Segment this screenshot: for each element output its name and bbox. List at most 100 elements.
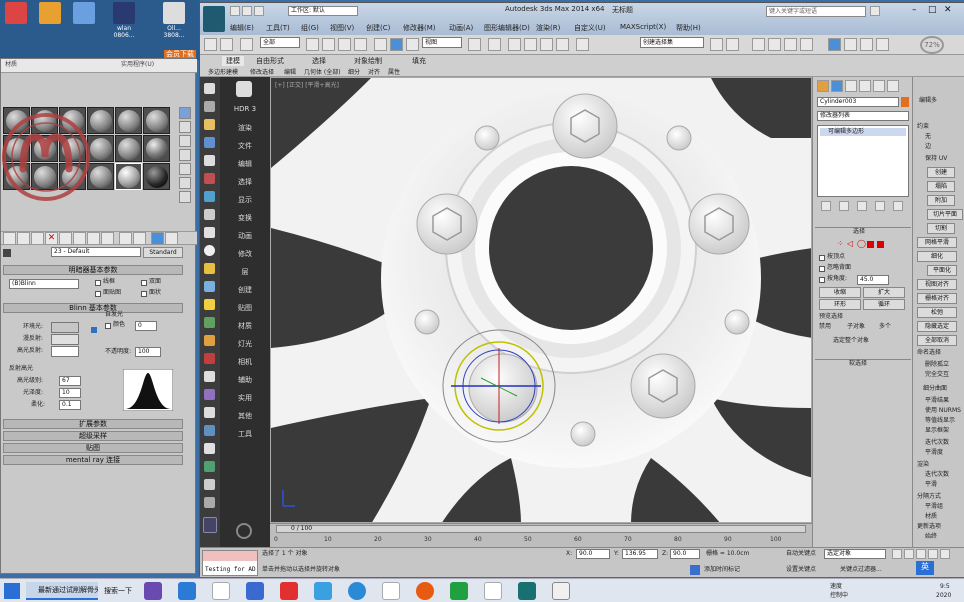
loop-button[interactable]: 循环 (863, 299, 905, 310)
grow-button[interactable]: 扩大 (863, 287, 905, 298)
attach-button[interactable]: 附加 (927, 195, 955, 206)
ignore-backfacing-checkbox[interactable] (819, 266, 825, 272)
sample-slot[interactable] (115, 135, 142, 162)
task-app[interactable] (382, 582, 400, 600)
cmd-file[interactable]: 文件 (222, 141, 268, 151)
rollout-blinn-basic[interactable]: Blinn 基本参数 (3, 303, 183, 313)
save-icon[interactable] (254, 6, 264, 16)
cmd-other[interactable]: 其他 (222, 411, 268, 421)
cmd-hdr[interactable]: HDR 3 (222, 105, 268, 113)
sample-slot[interactable] (143, 163, 170, 190)
auto-key-button[interactable]: 自动关键点 (786, 550, 816, 558)
pivot-center-icon[interactable] (468, 38, 481, 51)
reference-coord-dropdown[interactable]: 视图 (422, 37, 462, 48)
cmd-modify[interactable]: 修改 (222, 249, 268, 259)
named-selection-dropdown[interactable]: 创建选择集 (640, 37, 704, 48)
go-end-icon[interactable] (940, 549, 950, 559)
smoothing-groups-label[interactable]: 平滑组 (925, 503, 943, 511)
get-material-icon[interactable] (3, 232, 16, 245)
align-icon[interactable] (726, 38, 739, 51)
task-app[interactable] (314, 582, 332, 600)
pick-material-icon[interactable] (3, 249, 11, 257)
app-menu-icon[interactable] (203, 6, 225, 32)
angle-field[interactable]: 45.0 (857, 275, 889, 285)
task-app[interactable] (246, 582, 264, 600)
object-name-field[interactable]: Cylinder003 (817, 97, 899, 107)
next-frame-icon[interactable] (928, 549, 938, 559)
cmd-edit[interactable]: 编辑 (222, 159, 268, 169)
menu-create[interactable]: 创建(C) (366, 23, 390, 33)
perspective-viewport[interactable]: [+] [正交] [平滑+高光] (270, 77, 812, 523)
task-visual-studio[interactable] (144, 582, 162, 600)
tool-icon[interactable] (204, 245, 215, 256)
cmd-select[interactable]: 选择 (222, 177, 268, 187)
self-illum-value[interactable]: 0 (135, 321, 157, 331)
schematic-view-icon[interactable] (800, 38, 813, 51)
subdivision-surface-title[interactable]: 细分曲面 (923, 385, 947, 393)
task-app[interactable] (178, 582, 196, 600)
z-coord-field[interactable]: 90.0 (670, 549, 700, 559)
ribbon-sub-subdivision[interactable]: 细分 (348, 67, 360, 76)
layer-manager-icon[interactable] (752, 38, 765, 51)
add-time-tag-label[interactable]: 添加时间标记 (704, 566, 740, 574)
show-end-result-stack-icon[interactable] (839, 201, 849, 211)
manipulate-icon[interactable] (488, 38, 501, 51)
create-button[interactable]: 创建 (927, 167, 955, 178)
tool-icon[interactable] (204, 443, 215, 454)
uv-tiling-icon[interactable] (179, 149, 191, 161)
ribbon-sub-geometry[interactable]: 几何体 (全部) (304, 67, 341, 76)
use-nurms-label[interactable]: 使用 NURMS (925, 407, 961, 415)
menu-group[interactable]: 组(G) (301, 23, 319, 33)
cmd-transform[interactable]: 变换 (222, 213, 268, 223)
show-cage-label[interactable]: 显示框架 (925, 427, 949, 435)
tool-icon[interactable] (204, 281, 215, 292)
desktop-icon-1[interactable] (2, 2, 30, 25)
stack-item-editable-poly[interactable]: 可编辑多边形 (820, 128, 906, 136)
select-scale-icon[interactable] (406, 38, 419, 51)
pin-stack-icon[interactable] (821, 201, 831, 211)
opacity-value[interactable]: 100 (135, 347, 161, 357)
selection-rollout-header[interactable]: 选择 (815, 227, 911, 237)
glossiness-value[interactable]: 10 (59, 388, 81, 398)
tool-icon[interactable] (204, 299, 215, 310)
constraint-none[interactable]: 无 (925, 133, 931, 141)
open-icon[interactable] (242, 6, 252, 16)
modify-tab-icon[interactable] (831, 80, 843, 92)
unhide-all-button[interactable]: 全部取消 (917, 335, 957, 346)
cmd-display[interactable]: 显示 (222, 195, 268, 205)
select-move-icon[interactable] (374, 38, 387, 51)
desktop-icon-2[interactable] (36, 2, 64, 25)
cmd-utility[interactable]: 实用 (222, 393, 268, 403)
planarize-button[interactable]: 平面化 (927, 265, 957, 276)
minimize-button[interactable]: – (912, 5, 917, 15)
menu-tools[interactable]: 工具(T) (266, 23, 290, 33)
select-object-icon[interactable] (306, 38, 319, 51)
shrink-button[interactable]: 收缩 (819, 287, 861, 298)
ring-button[interactable]: 环形 (819, 299, 861, 310)
tool-icon[interactable] (204, 479, 215, 490)
update-always-radio[interactable]: 始终 (925, 533, 937, 541)
desktop-icon-4[interactable]: wlan 0806... (110, 2, 138, 39)
hierarchy-tab-icon[interactable] (845, 80, 857, 92)
tool-icon[interactable] (204, 407, 215, 418)
rect-selection-icon[interactable] (338, 38, 351, 51)
menu-animation[interactable]: 动画(A) (449, 23, 473, 33)
backlight-icon[interactable] (179, 121, 191, 133)
cut-button[interactable]: 切割 (927, 223, 955, 234)
edit-named-sel-icon[interactable] (576, 38, 589, 51)
close-button[interactable]: ✕ (944, 5, 952, 15)
y-coord-field[interactable]: 136.95 (622, 549, 658, 559)
make-preview-icon[interactable] (179, 177, 191, 189)
search-icon[interactable] (870, 6, 880, 16)
add-time-tag-icon[interactable] (690, 565, 700, 575)
full-interactivity-label[interactable]: 完全交互 (925, 371, 949, 379)
spinner-snap-icon[interactable] (556, 38, 569, 51)
relax-button[interactable]: 松弛 (917, 307, 957, 318)
tool-icon[interactable] (204, 209, 215, 220)
rollout-maps[interactable]: 贴图 (3, 443, 183, 453)
desktop-icon-5[interactable]: Oll... 3808... (160, 2, 188, 39)
diffuse-swatch[interactable] (51, 334, 79, 345)
menu-views[interactable]: 视图(V) (330, 23, 354, 33)
tool-icon[interactable] (204, 317, 215, 328)
cmd-helper[interactable]: 辅助 (222, 375, 268, 385)
